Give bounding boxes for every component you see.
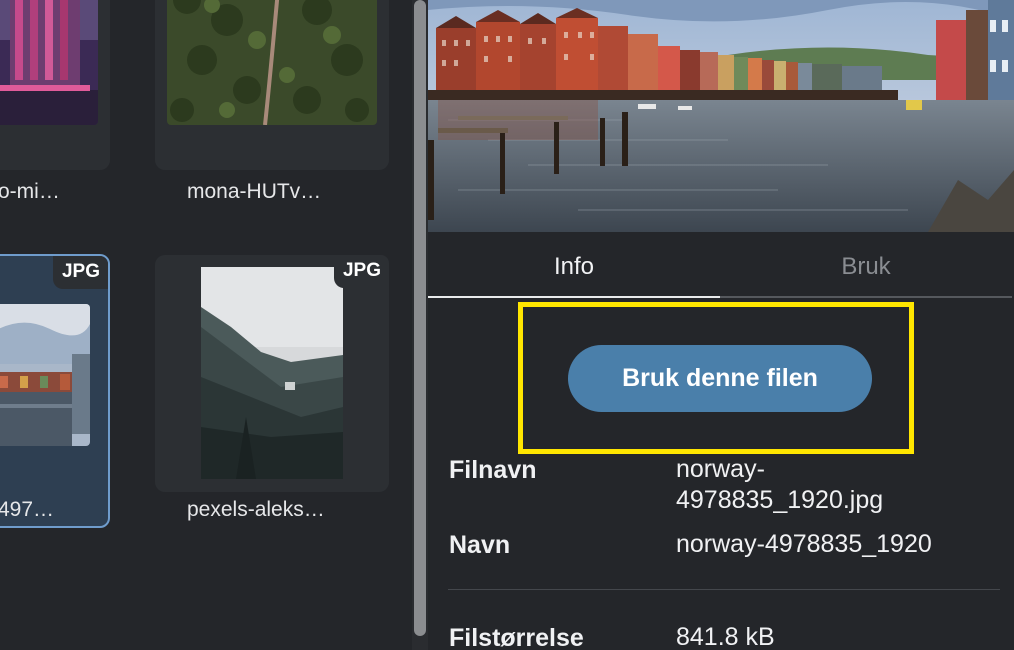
media-card[interactable] bbox=[0, 0, 110, 170]
media-card-label: mona-HUTv… bbox=[187, 180, 322, 203]
field-value: norway-4978835_1920 bbox=[676, 530, 932, 558]
media-thumbnail-forest-road bbox=[167, 0, 377, 125]
detail-tabs: Info Bruk bbox=[428, 232, 1012, 298]
file-type-badge: JPG bbox=[333, 255, 389, 288]
meta-divider bbox=[448, 589, 1000, 590]
field-value: 841.8 kB bbox=[676, 623, 775, 650]
media-card-label: pexels-aleks… bbox=[187, 498, 325, 521]
file-preview-image bbox=[428, 0, 1014, 232]
media-thumbnail-river-town bbox=[0, 304, 90, 446]
media-grid: o-mi… mona-HUTv… JPG 497… JPG pexels-ale… bbox=[0, 0, 412, 650]
media-card[interactable]: JPG bbox=[155, 255, 389, 492]
field-label: Filstørrelse bbox=[449, 624, 584, 650]
media-card-label: 497… bbox=[0, 498, 55, 521]
field-label: Navn bbox=[449, 531, 511, 559]
file-detail-panel: Info Bruk Bruk denne filen Filnavn norwa… bbox=[428, 0, 1014, 650]
file-type-badge: JPG bbox=[52, 256, 108, 289]
field-label: Filnavn bbox=[449, 456, 537, 484]
media-card[interactable] bbox=[155, 0, 389, 170]
use-file-button[interactable]: Bruk denne filen bbox=[568, 345, 872, 412]
tab-info[interactable]: Info bbox=[428, 232, 720, 298]
media-card-label: o-mi… bbox=[0, 180, 60, 203]
field-value: norway-4978835_1920.jpg bbox=[676, 455, 884, 514]
media-card-selected[interactable]: JPG bbox=[0, 254, 110, 528]
tab-bruk[interactable]: Bruk bbox=[720, 232, 1012, 298]
media-thumbnail-neon-street bbox=[0, 0, 98, 125]
grid-scrollbar[interactable] bbox=[414, 0, 426, 636]
media-thumbnail-misty-mountain bbox=[201, 267, 343, 479]
